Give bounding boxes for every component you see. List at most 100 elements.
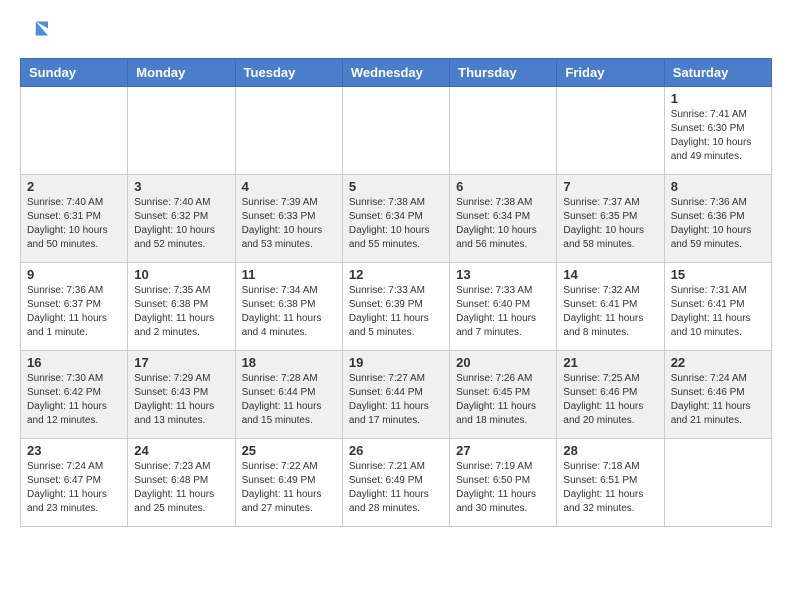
calendar-cell bbox=[342, 87, 449, 175]
calendar-cell bbox=[664, 439, 771, 527]
day-number: 13 bbox=[456, 267, 550, 282]
day-info: Sunrise: 7:33 AM Sunset: 6:39 PM Dayligh… bbox=[349, 284, 443, 340]
day-info: Sunrise: 7:40 AM Sunset: 6:32 PM Dayligh… bbox=[134, 196, 228, 252]
calendar-cell: 19 Sunrise: 7:27 AM Sunset: 6:44 PM Dayli… bbox=[342, 351, 449, 439]
day-number: 26 bbox=[349, 443, 443, 458]
weekday-header: Friday bbox=[557, 59, 664, 87]
logo bbox=[20, 20, 50, 48]
weekday-header: Tuesday bbox=[235, 59, 342, 87]
day-info: Sunrise: 7:28 AM Sunset: 6:44 PM Dayligh… bbox=[242, 372, 336, 428]
calendar-week-row: 16 Sunrise: 7:30 AM Sunset: 6:42 PM Dayli… bbox=[21, 351, 772, 439]
weekday-header: Wednesday bbox=[342, 59, 449, 87]
calendar-cell: 23 Sunrise: 7:24 AM Sunset: 6:47 PM Dayli… bbox=[21, 439, 128, 527]
calendar-week-row: 1Sunrise: 7:41 AM Sunset: 6:30 PM Daylig… bbox=[21, 87, 772, 175]
day-number: 12 bbox=[349, 267, 443, 282]
calendar-cell: 15 Sunrise: 7:31 AM Sunset: 6:41 PM Dayli… bbox=[664, 263, 771, 351]
day-info: Sunrise: 7:39 AM Sunset: 6:33 PM Dayligh… bbox=[242, 196, 336, 252]
day-number: 17 bbox=[134, 355, 228, 370]
day-info: Sunrise: 7:35 AM Sunset: 6:38 PM Dayligh… bbox=[134, 284, 228, 340]
day-info: Sunrise: 7:21 AM Sunset: 6:49 PM Dayligh… bbox=[349, 460, 443, 516]
day-number: 16 bbox=[27, 355, 121, 370]
weekday-header: Thursday bbox=[450, 59, 557, 87]
day-number: 15 bbox=[671, 267, 765, 282]
calendar-cell: 1Sunrise: 7:41 AM Sunset: 6:30 PM Daylig… bbox=[664, 87, 771, 175]
day-info: Sunrise: 7:36 AM Sunset: 6:37 PM Dayligh… bbox=[27, 284, 121, 340]
day-info: Sunrise: 7:34 AM Sunset: 6:38 PM Dayligh… bbox=[242, 284, 336, 340]
day-number: 24 bbox=[134, 443, 228, 458]
day-number: 3 bbox=[134, 179, 228, 194]
day-info: Sunrise: 7:23 AM Sunset: 6:48 PM Dayligh… bbox=[134, 460, 228, 516]
calendar-cell bbox=[128, 87, 235, 175]
calendar-cell: 17Sunrise: 7:29 AM Sunset: 6:43 PM Dayli… bbox=[128, 351, 235, 439]
calendar-cell: 20 Sunrise: 7:26 AM Sunset: 6:45 PM Dayli… bbox=[450, 351, 557, 439]
calendar-cell: 11 Sunrise: 7:34 AM Sunset: 6:38 PM Dayli… bbox=[235, 263, 342, 351]
weekday-header-row: SundayMondayTuesdayWednesdayThursdayFrid… bbox=[21, 59, 772, 87]
calendar-cell bbox=[21, 87, 128, 175]
day-number: 4 bbox=[242, 179, 336, 194]
day-info: Sunrise: 7:41 AM Sunset: 6:30 PM Dayligh… bbox=[671, 108, 765, 164]
day-info: Sunrise: 7:30 AM Sunset: 6:42 PM Dayligh… bbox=[27, 372, 121, 428]
day-info: Sunrise: 7:38 AM Sunset: 6:34 PM Dayligh… bbox=[349, 196, 443, 252]
calendar-cell: 10 Sunrise: 7:35 AM Sunset: 6:38 PM Dayli… bbox=[128, 263, 235, 351]
weekday-header: Saturday bbox=[664, 59, 771, 87]
calendar-cell: 14Sunrise: 7:32 AM Sunset: 6:41 PM Dayli… bbox=[557, 263, 664, 351]
calendar-cell: 3 Sunrise: 7:40 AM Sunset: 6:32 PM Daylig… bbox=[128, 175, 235, 263]
calendar-table: SundayMondayTuesdayWednesdayThursdayFrid… bbox=[20, 58, 772, 527]
day-number: 5 bbox=[349, 179, 443, 194]
day-number: 9 bbox=[27, 267, 121, 282]
day-number: 27 bbox=[456, 443, 550, 458]
calendar-week-row: 9 Sunrise: 7:36 AM Sunset: 6:37 PM Daylig… bbox=[21, 263, 772, 351]
calendar-cell bbox=[235, 87, 342, 175]
day-number: 21 bbox=[563, 355, 657, 370]
day-info: Sunrise: 7:25 AM Sunset: 6:46 PM Dayligh… bbox=[563, 372, 657, 428]
day-number: 22 bbox=[671, 355, 765, 370]
day-info: Sunrise: 7:24 AM Sunset: 6:46 PM Dayligh… bbox=[671, 372, 765, 428]
calendar-cell: 27 Sunrise: 7:19 AM Sunset: 6:50 PM Dayli… bbox=[450, 439, 557, 527]
calendar-cell: 5 Sunrise: 7:38 AM Sunset: 6:34 PM Daylig… bbox=[342, 175, 449, 263]
calendar-cell: 21 Sunrise: 7:25 AM Sunset: 6:46 PM Dayli… bbox=[557, 351, 664, 439]
calendar-cell: 6 Sunrise: 7:38 AM Sunset: 6:34 PM Daylig… bbox=[450, 175, 557, 263]
weekday-header: Sunday bbox=[21, 59, 128, 87]
day-number: 25 bbox=[242, 443, 336, 458]
calendar-cell: 12 Sunrise: 7:33 AM Sunset: 6:39 PM Dayli… bbox=[342, 263, 449, 351]
day-number: 28 bbox=[563, 443, 657, 458]
day-info: Sunrise: 7:24 AM Sunset: 6:47 PM Dayligh… bbox=[27, 460, 121, 516]
day-info: Sunrise: 7:31 AM Sunset: 6:41 PM Dayligh… bbox=[671, 284, 765, 340]
calendar-cell: 7 Sunrise: 7:37 AM Sunset: 6:35 PM Daylig… bbox=[557, 175, 664, 263]
calendar-cell: 9 Sunrise: 7:36 AM Sunset: 6:37 PM Daylig… bbox=[21, 263, 128, 351]
day-info: Sunrise: 7:33 AM Sunset: 6:40 PM Dayligh… bbox=[456, 284, 550, 340]
calendar-cell bbox=[450, 87, 557, 175]
calendar-cell: 16 Sunrise: 7:30 AM Sunset: 6:42 PM Dayli… bbox=[21, 351, 128, 439]
day-info: Sunrise: 7:40 AM Sunset: 6:31 PM Dayligh… bbox=[27, 196, 121, 252]
day-number: 18 bbox=[242, 355, 336, 370]
logo-icon bbox=[20, 18, 48, 46]
day-info: Sunrise: 7:19 AM Sunset: 6:50 PM Dayligh… bbox=[456, 460, 550, 516]
calendar-cell: 18 Sunrise: 7:28 AM Sunset: 6:44 PM Dayli… bbox=[235, 351, 342, 439]
calendar-cell: 28 Sunrise: 7:18 AM Sunset: 6:51 PM Dayli… bbox=[557, 439, 664, 527]
calendar-cell: 22 Sunrise: 7:24 AM Sunset: 6:46 PM Dayli… bbox=[664, 351, 771, 439]
calendar-week-row: 2 Sunrise: 7:40 AM Sunset: 6:31 PM Daylig… bbox=[21, 175, 772, 263]
day-number: 10 bbox=[134, 267, 228, 282]
day-info: Sunrise: 7:38 AM Sunset: 6:34 PM Dayligh… bbox=[456, 196, 550, 252]
day-number: 11 bbox=[242, 267, 336, 282]
day-info: Sunrise: 7:27 AM Sunset: 6:44 PM Dayligh… bbox=[349, 372, 443, 428]
calendar-cell: 2 Sunrise: 7:40 AM Sunset: 6:31 PM Daylig… bbox=[21, 175, 128, 263]
day-number: 23 bbox=[27, 443, 121, 458]
weekday-header: Monday bbox=[128, 59, 235, 87]
day-info: Sunrise: 7:18 AM Sunset: 6:51 PM Dayligh… bbox=[563, 460, 657, 516]
day-number: 14 bbox=[563, 267, 657, 282]
calendar-cell: 24 Sunrise: 7:23 AM Sunset: 6:48 PM Dayli… bbox=[128, 439, 235, 527]
day-info: Sunrise: 7:26 AM Sunset: 6:45 PM Dayligh… bbox=[456, 372, 550, 428]
calendar-cell: 26 Sunrise: 7:21 AM Sunset: 6:49 PM Dayli… bbox=[342, 439, 449, 527]
day-info: Sunrise: 7:36 AM Sunset: 6:36 PM Dayligh… bbox=[671, 196, 765, 252]
day-number: 6 bbox=[456, 179, 550, 194]
day-number: 2 bbox=[27, 179, 121, 194]
day-number: 20 bbox=[456, 355, 550, 370]
day-number: 19 bbox=[349, 355, 443, 370]
calendar-cell: 25Sunrise: 7:22 AM Sunset: 6:49 PM Dayli… bbox=[235, 439, 342, 527]
day-number: 7 bbox=[563, 179, 657, 194]
day-number: 8 bbox=[671, 179, 765, 194]
day-info: Sunrise: 7:37 AM Sunset: 6:35 PM Dayligh… bbox=[563, 196, 657, 252]
calendar-cell: 4 Sunrise: 7:39 AM Sunset: 6:33 PM Daylig… bbox=[235, 175, 342, 263]
calendar-cell: 13 Sunrise: 7:33 AM Sunset: 6:40 PM Dayli… bbox=[450, 263, 557, 351]
